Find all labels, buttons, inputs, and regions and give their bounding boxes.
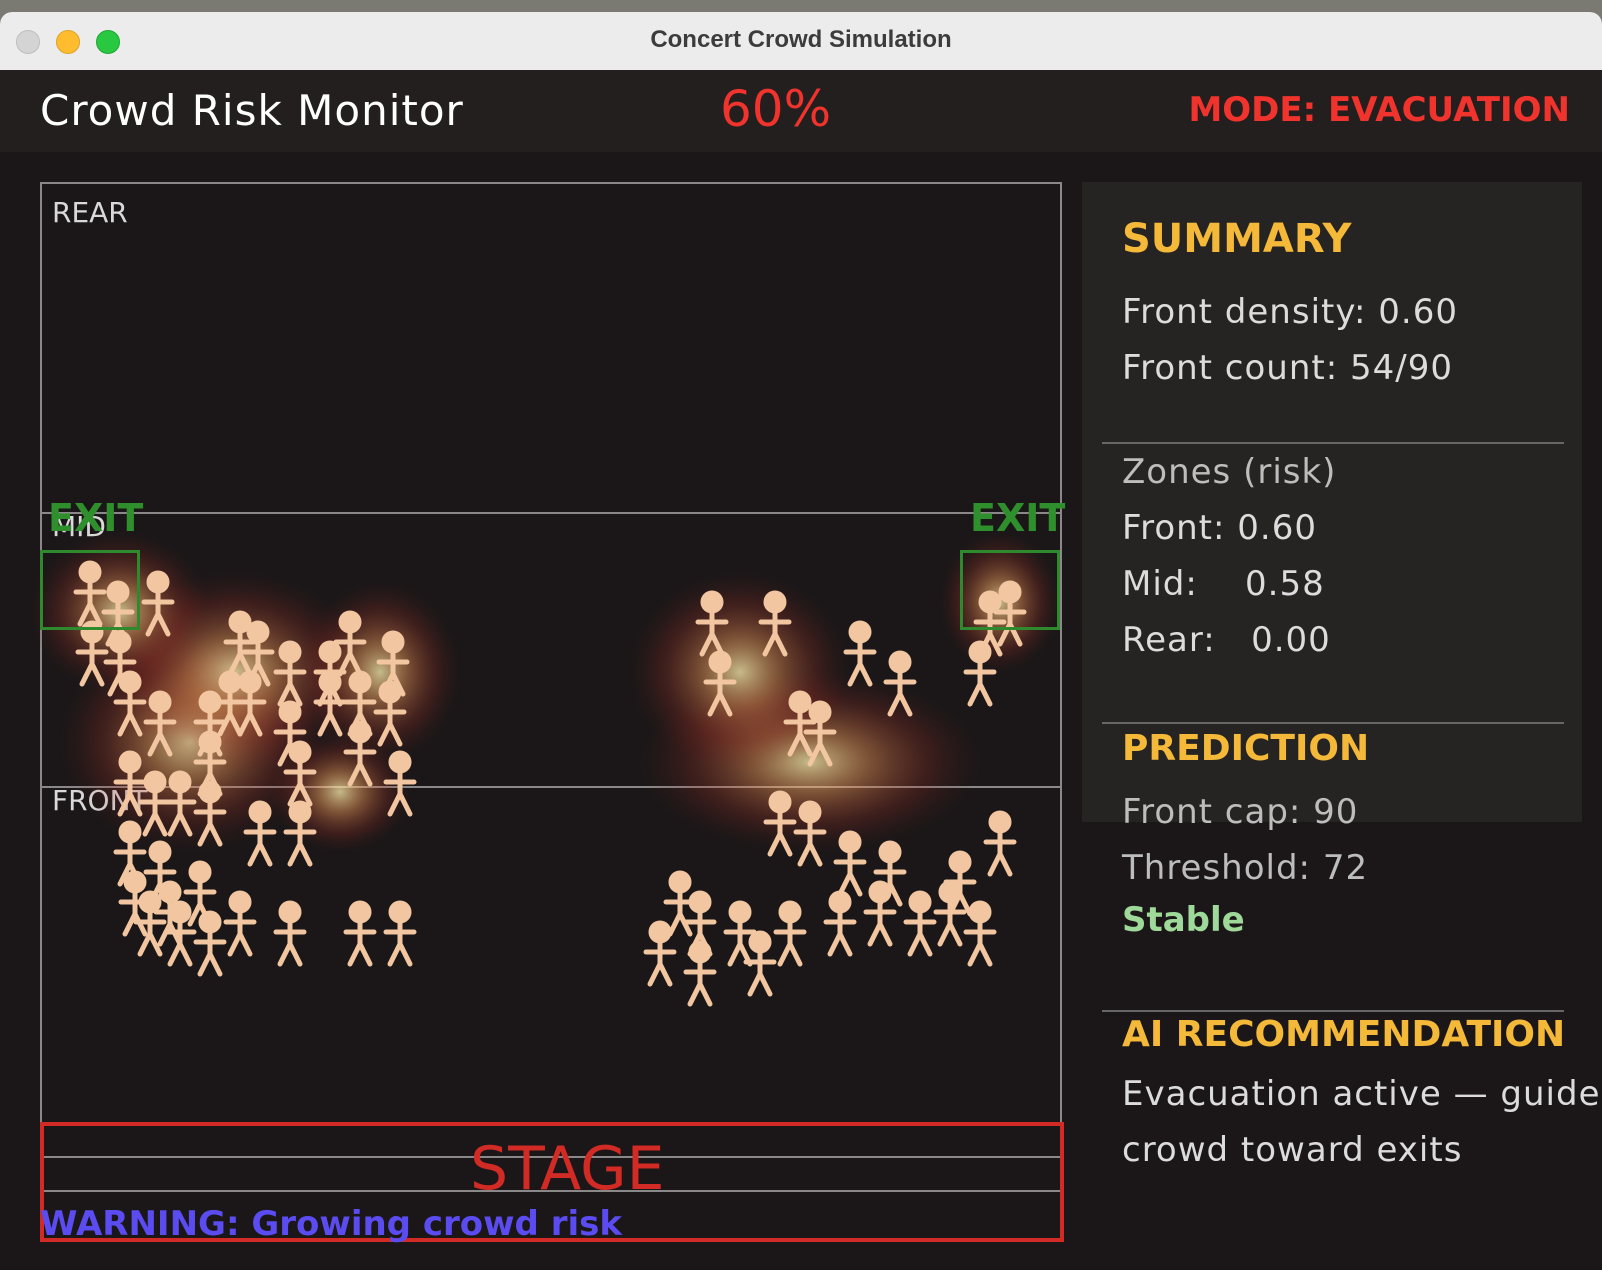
prediction-heading: PREDICTION (1122, 728, 1370, 769)
exit-right-label: EXIT (970, 496, 1066, 540)
risk-percent: 60% (720, 80, 832, 138)
exit-left-label: EXIT (48, 496, 144, 540)
exit-left-zone (40, 550, 140, 630)
zone-risk-mid: Mid: 0.58 (1122, 564, 1325, 604)
simulation-canvas: REAR MID FRONT EXIT EXIT STAGE WARNING: … (0, 152, 1602, 1270)
front-cap-text: Front cap: 90 (1122, 792, 1359, 832)
zones-heading: Zones (risk) (1122, 452, 1337, 492)
front-count-text: Front count: 54/90 (1122, 348, 1453, 388)
zone-risk-front: Front: 0.60 (1122, 508, 1317, 548)
summary-heading: SUMMARY (1122, 216, 1352, 262)
header-bar: Crowd Risk Monitor 60% MODE: EVACUATION (0, 70, 1602, 152)
mode-indicator: MODE: EVACUATION (1188, 90, 1570, 130)
exit-right-zone (960, 550, 1060, 630)
panel-divider (1102, 442, 1564, 444)
info-panel (1082, 182, 1582, 822)
stage-label: STAGE (470, 1134, 665, 1204)
zone-risk-rear: Rear: 0.00 (1122, 620, 1331, 660)
window-title: Concert Crowd Simulation (650, 26, 952, 53)
venue-boundary (40, 182, 1062, 1192)
recommendation-heading: AI RECOMMENDATION (1122, 1014, 1566, 1055)
recommendation-line-2: crowd toward exits (1122, 1130, 1463, 1170)
panel-divider (1102, 722, 1564, 724)
zone-label-rear: REAR (52, 196, 128, 229)
title-bar: Concert Crowd Simulation (0, 12, 1602, 71)
front-divider (40, 786, 1062, 788)
threshold-text: Threshold: 72 (1122, 848, 1369, 888)
recommendation-line-1: Evacuation active — guide (1122, 1074, 1601, 1114)
warning-message: WARNING: Growing crowd risk (40, 1204, 622, 1244)
app-title: Crowd Risk Monitor (40, 86, 464, 135)
zone-label-front: FRONT (52, 784, 148, 817)
app-window: Concert Crowd Simulation Crowd Risk Moni… (0, 12, 1602, 1270)
mid-divider (40, 512, 1062, 514)
front-density-text: Front density: 0.60 (1122, 292, 1458, 332)
panel-divider (1102, 1010, 1564, 1012)
prediction-status: Stable (1122, 900, 1245, 940)
